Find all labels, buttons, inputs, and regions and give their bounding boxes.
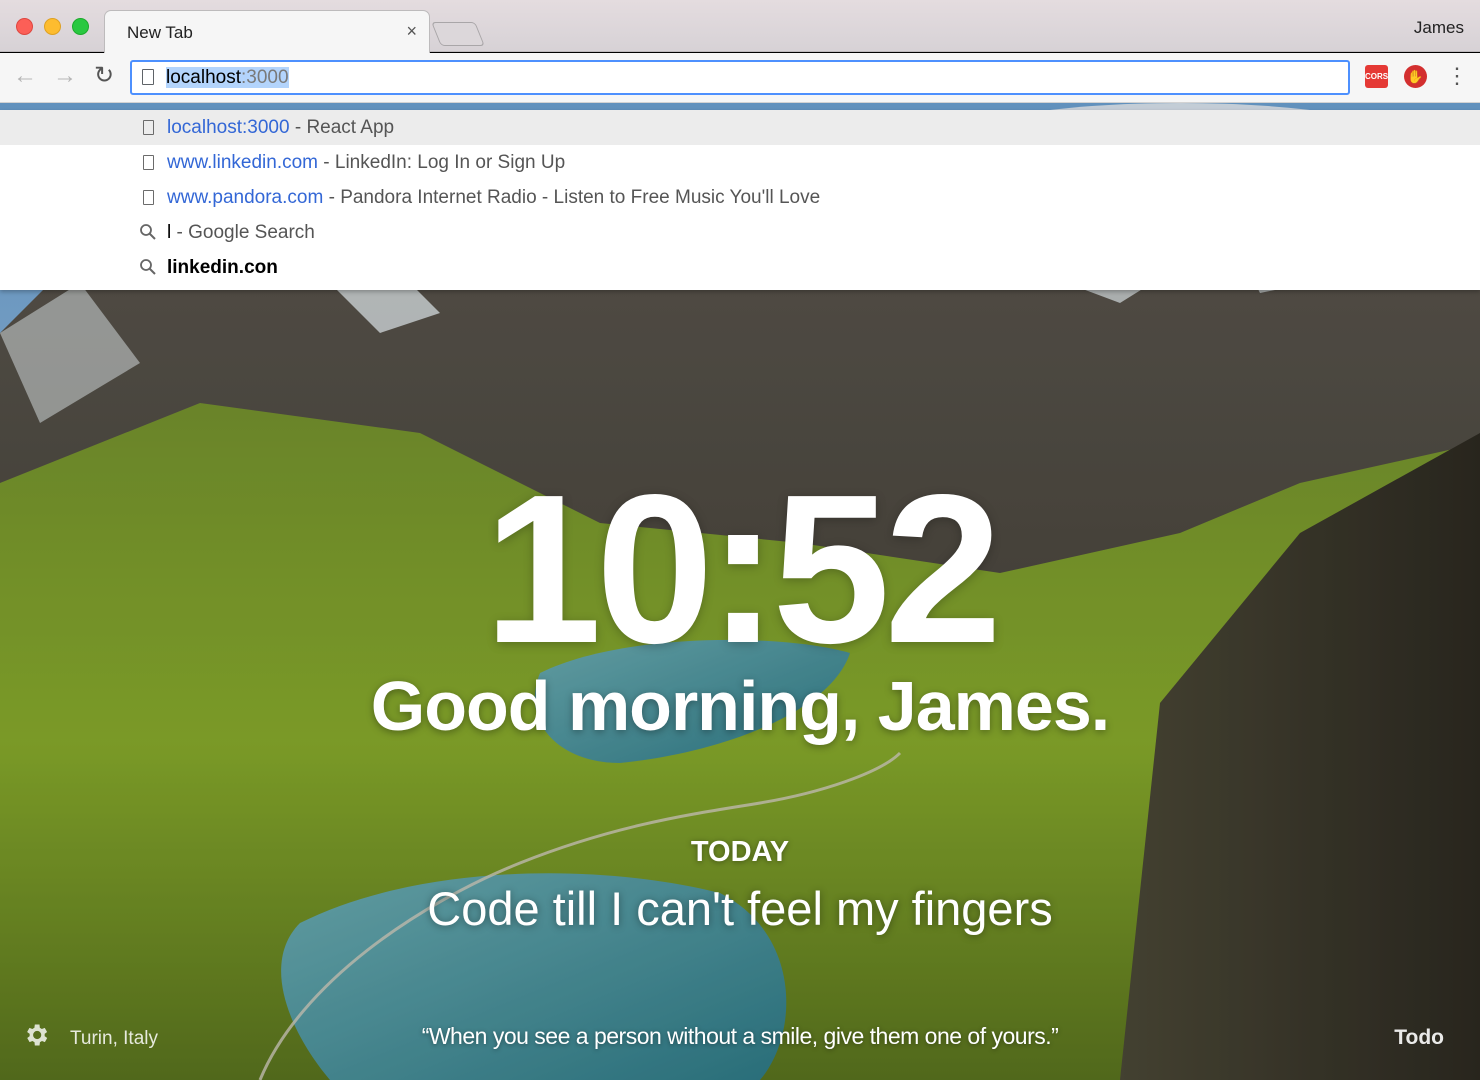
suggestion-separator: -: [323, 187, 341, 208]
page-icon: [143, 120, 154, 135]
tab-title: New Tab: [127, 23, 193, 42]
suggestion-text: www.linkedin.com - LinkedIn: Log In or S…: [167, 152, 565, 174]
tab-new-tab[interactable]: New Tab ×: [104, 10, 430, 53]
minimize-window-button[interactable]: [44, 18, 61, 35]
suggestion-item[interactable]: l - Google Search: [0, 215, 1480, 250]
suggestion-url: www.pandora.com: [167, 187, 324, 208]
suggestion-title: Google Search: [188, 222, 315, 243]
title-bar: New Tab × James: [0, 0, 1480, 53]
suggestion-text: l - Google Search: [167, 222, 315, 244]
suggestion-item[interactable]: www.linkedin.com - LinkedIn: Log In or S…: [0, 145, 1480, 180]
search-icon: [140, 224, 156, 240]
close-window-button[interactable]: [16, 18, 33, 35]
suggestion-url: localhost:3000: [167, 117, 290, 138]
daily-focus[interactable]: Code till I can't feel my fingers: [0, 881, 1480, 936]
today-label: TODAY: [690, 836, 790, 868]
menu-dots-icon[interactable]: ⋮: [1446, 61, 1468, 91]
suggestion-title: React App: [306, 117, 395, 138]
suggestion-item[interactable]: linkedin.con: [0, 250, 1480, 285]
forward-arrow-icon[interactable]: →: [50, 61, 80, 91]
stop-hand-extension-icon[interactable]: ✋: [1404, 65, 1427, 88]
page-icon: [143, 190, 154, 205]
clock: 10:52: [483, 450, 1002, 687]
suggestion-text: linkedin.con: [167, 257, 278, 279]
address-bar[interactable]: localhost:3000: [130, 60, 1350, 95]
suggestion-title: Pandora Internet Radio - Listen to Free …: [340, 187, 821, 208]
suggestion-item[interactable]: www.pandora.com - Pandora Internet Radio…: [0, 180, 1480, 215]
zoom-window-button[interactable]: [72, 18, 89, 35]
suggestion-separator: -: [318, 152, 335, 173]
suggestion-separator: -: [171, 222, 189, 243]
suggestion-title: LinkedIn: Log In or Sign Up: [334, 152, 566, 173]
greeting: Good morning, James.: [370, 667, 1110, 745]
page-icon: [142, 69, 154, 85]
new-tab-button[interactable]: [431, 22, 485, 46]
profile-button[interactable]: James: [1414, 18, 1464, 38]
address-port: :3000: [241, 67, 289, 88]
suggestion-query: linkedin.con: [167, 257, 278, 278]
suggestion-url: www.linkedin.com: [167, 152, 318, 173]
back-arrow-icon[interactable]: ←: [10, 61, 40, 91]
suggestion-separator: -: [289, 117, 307, 138]
tab-close-icon[interactable]: ×: [406, 21, 417, 42]
page-icon: [143, 155, 154, 170]
quote: “When you see a person without a smile, …: [421, 1023, 1059, 1049]
address-text[interactable]: localhost:3000: [166, 67, 289, 89]
address-host: localhost: [166, 67, 241, 88]
suggestion-text: www.pandora.com - Pandora Internet Radio…: [167, 187, 820, 209]
todo-button[interactable]: Todo: [1394, 1026, 1444, 1050]
toolbar: ← → ↻ localhost:3000 CORS ✋ ⋮: [0, 53, 1480, 103]
suggestion-text: localhost:3000 - React App: [167, 117, 394, 139]
reload-icon[interactable]: ↻: [89, 61, 119, 91]
cors-extension-icon[interactable]: CORS: [1365, 65, 1388, 88]
search-icon: [140, 259, 156, 275]
suggestion-item[interactable]: localhost:3000 - React App: [0, 110, 1480, 145]
omnibox-suggestions: localhost:3000 - React App www.linkedin.…: [0, 110, 1480, 290]
